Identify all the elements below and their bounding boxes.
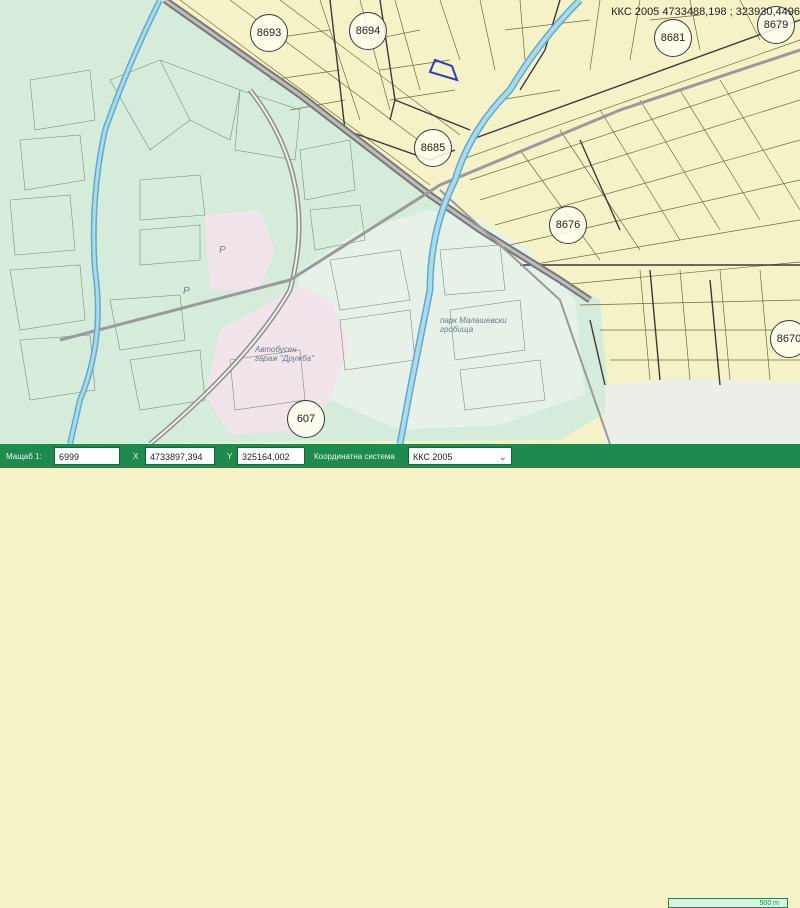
bus-station-label: Автобусен гараж "Дружба" xyxy=(255,345,314,363)
parcel-label-8685[interactable]: 8685 xyxy=(414,129,452,167)
parking-symbol: P xyxy=(183,286,190,297)
parcel-label-8694[interactable]: 8694 xyxy=(349,12,387,50)
coord-system-value: ККС 2005 xyxy=(413,452,453,462)
chevron-down-icon[interactable]: ⌄ xyxy=(499,449,507,464)
bottom-toolbar: Мащаб 1: 6999 X 4733897,394 Y 325164,002… xyxy=(0,444,800,908)
y-coordinate-input[interactable]: 325164,002 xyxy=(237,447,305,465)
park-label: парк Малашевски гробища xyxy=(440,316,507,334)
parcel-label-8693[interactable]: 8693 xyxy=(250,14,288,52)
parcel-label-607[interactable]: 607 xyxy=(287,400,325,438)
parcel-label-8676[interactable]: 8676 xyxy=(549,206,587,244)
block-area xyxy=(205,210,275,290)
built-area xyxy=(605,378,800,444)
x-label: X xyxy=(133,452,139,461)
y-label: Y xyxy=(227,452,233,461)
scale-bar: 500 m xyxy=(668,898,788,908)
cursor-coordinate-readout: ККС 2005 4733488,198 ; 323930,4496 xyxy=(611,6,800,18)
map-canvas[interactable] xyxy=(0,0,800,468)
coord-system-label: Координатна система xyxy=(314,452,395,461)
coord-system-select[interactable]: ККС 2005 ⌄ xyxy=(408,447,512,465)
scale-label: Мащаб 1: xyxy=(6,452,42,461)
bus-symbol: P xyxy=(219,245,226,256)
parcel-label-8670[interactable]: 8670 xyxy=(770,320,800,358)
parcel-label-8681[interactable]: 8681 xyxy=(654,19,692,57)
x-coordinate-input[interactable]: 4733897,394 xyxy=(145,447,215,465)
scale-input[interactable]: 6999 xyxy=(54,447,120,465)
